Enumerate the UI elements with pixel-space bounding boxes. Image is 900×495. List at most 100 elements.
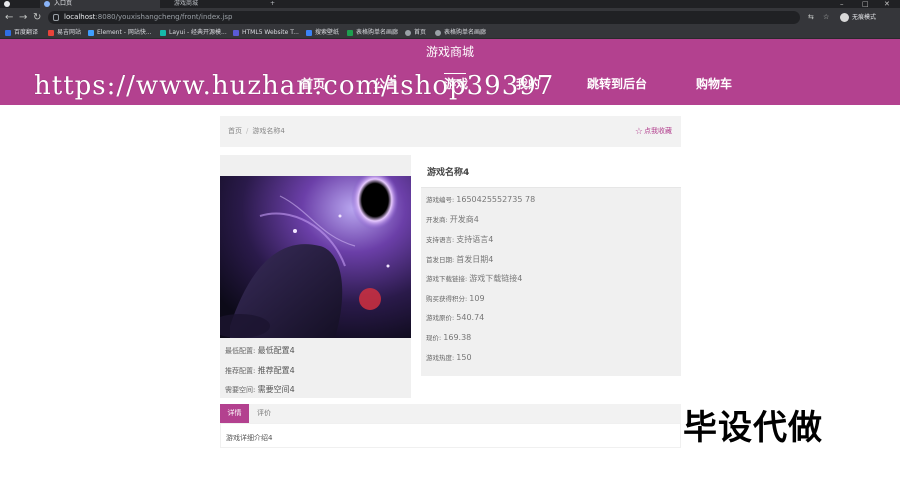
- detail-value: 首发日期4: [456, 255, 494, 264]
- forward-arrow-icon[interactable]: →: [19, 11, 27, 24]
- site-title: 游戏商城: [425, 45, 474, 59]
- profile-label: 无痕模式: [852, 14, 877, 21]
- avatar-icon: [840, 13, 849, 22]
- detail-label: 首发日期:: [426, 256, 455, 264]
- config-row-space: 需要空间: 需要空间4: [225, 384, 295, 395]
- detail-label: 开发商:: [426, 216, 448, 224]
- info-icon: [53, 14, 59, 21]
- browser-tab-2[interactable]: 游戏商城: [160, 0, 265, 8]
- bookmark-icon: [88, 30, 94, 36]
- bookmark-item[interactable]: HTML5 Website T...: [233, 28, 299, 38]
- config-row-recommended: 推荐配置: 推荐配置4: [225, 365, 295, 376]
- bookmark-label: 表格购单名画廊: [444, 29, 487, 36]
- detail-row: 支持语言: 支持语言4: [426, 234, 493, 245]
- game-name: 游戏名称4: [421, 158, 681, 188]
- game-info-card: 游戏名称4 游戏编号: 1650425552735 78 开发商: 开发商4 支…: [421, 158, 681, 376]
- bookmarks-bar: 百度翻译 易吉网站 Element - 网站快... Layui - 经典开源模…: [0, 27, 900, 39]
- bookmark-item[interactable]: 表格购单名画廊: [435, 28, 486, 38]
- breadcrumb-trail: 首页 / 游戏名称4: [228, 126, 285, 136]
- bookmark-item[interactable]: Element - 网站快...: [88, 28, 152, 38]
- detail-label: 支持语言:: [426, 236, 455, 244]
- bookmark-icon: [5, 30, 11, 36]
- browser-tab-1-title: 入口页: [54, 0, 73, 7]
- maximize-button[interactable]: □: [862, 0, 869, 8]
- favorite-label: 点我收藏: [644, 127, 672, 135]
- bookmark-label: 易吉网站: [57, 29, 82, 36]
- game-image: [220, 176, 411, 338]
- bookmark-icon: [306, 30, 312, 36]
- detail-label: 游戏编号:: [426, 196, 455, 204]
- detail-value: 1650425552735 78: [456, 195, 536, 204]
- detail-row: 游戏原价: 540.74: [426, 312, 484, 322]
- game-image-card: 最低配置: 最低配置4 推荐配置: 推荐配置4 需要空间: 需要空间4: [220, 155, 411, 398]
- bookmark-icon: [347, 30, 353, 36]
- detail-row: 购买获得积分: 109: [426, 293, 485, 303]
- detail-label: 游戏原价:: [426, 314, 455, 322]
- overlay-stamp: 毕设代做: [683, 408, 823, 448]
- tab-reviews[interactable]: 评价: [253, 404, 275, 423]
- bookmark-star-icon[interactable]: ☆: [823, 12, 829, 23]
- config-label: 最低配置:: [225, 347, 256, 355]
- star-icon: ☆: [634, 127, 643, 137]
- bookmark-label: HTML5 Website T...: [242, 29, 299, 36]
- detail-value: 开发商4: [449, 215, 479, 224]
- address-bar[interactable]: localhost:8080/youxishangcheng/front/ind…: [48, 11, 800, 24]
- bookmark-icon: [435, 30, 441, 36]
- detail-row: 游戏下载链接: 游戏下载链接4: [426, 273, 522, 284]
- reload-icon[interactable]: ↻: [33, 11, 41, 24]
- bookmark-item[interactable]: Layui - 经典开源模...: [160, 28, 227, 38]
- back-arrow-icon[interactable]: ←: [5, 11, 13, 24]
- bookmark-label: 表格购单名画廊: [356, 29, 399, 36]
- bookmark-icon: [405, 30, 411, 36]
- detail-label: 现价:: [426, 334, 442, 342]
- minimize-button[interactable]: –: [840, 0, 844, 8]
- detail-label: 购买获得积分:: [426, 295, 468, 303]
- breadcrumb-home[interactable]: 首页: [228, 127, 242, 135]
- bookmark-item[interactable]: 表格购单名画廊: [347, 28, 398, 38]
- detail-row: 开发商: 开发商4: [426, 214, 479, 225]
- browser-tab-2-title: 游戏商城: [174, 0, 199, 7]
- nav-cart[interactable]: 购物车: [696, 75, 732, 92]
- favorite-button[interactable]: ☆点我收藏: [635, 126, 672, 137]
- detail-value: 109: [469, 294, 485, 303]
- profile-button[interactable]: 无痕模式: [840, 12, 876, 23]
- page-favicon-icon: [44, 1, 50, 7]
- bookmark-label: 首页: [414, 29, 427, 36]
- browser-tab-1[interactable]: 入口页: [40, 0, 160, 8]
- bookmark-label: 百度翻译: [14, 29, 39, 36]
- detail-value: 支持语言4: [456, 235, 494, 244]
- watermark-url: https://www.huzhan.com/ishop39397: [34, 71, 555, 101]
- browser-toolbar: ← → ↻ localhost:8080/youxishangcheng/fro…: [0, 8, 900, 27]
- breadcrumb-separator: /: [246, 127, 249, 135]
- bookmark-label: 搜索壁纸: [315, 29, 340, 36]
- detail-row: 游戏编号: 1650425552735 78: [426, 194, 535, 204]
- bookmark-item[interactable]: 易吉网站: [48, 28, 81, 38]
- nav-admin[interactable]: 跳转到后台: [587, 75, 647, 92]
- detail-value: 540.74: [456, 313, 485, 322]
- detail-value: 150: [456, 353, 472, 362]
- bookmark-label: Layui - 经典开源模...: [169, 29, 227, 36]
- new-tab-button[interactable]: +: [268, 0, 282, 8]
- bookmark-item[interactable]: 百度翻译: [5, 28, 38, 38]
- url-path: :8080/youxishangcheng/front/index.jsp: [95, 13, 233, 21]
- tab-content: 游戏详细介绍4: [220, 423, 681, 448]
- config-label: 需要空间:: [225, 386, 256, 394]
- config-value: 推荐配置4: [257, 366, 295, 375]
- browser-tab-strip: 入口页 游戏商城 + – □ ✕: [0, 0, 900, 8]
- bookmark-icon: [233, 30, 239, 36]
- browser-tab-back[interactable]: [0, 0, 40, 8]
- translate-icon[interactable]: ⇆: [808, 12, 814, 23]
- bookmark-label: Element - 网站快...: [97, 29, 152, 36]
- close-window-button[interactable]: ✕: [884, 0, 890, 8]
- detail-row: 现价: 169.38: [426, 332, 471, 342]
- detail-tabs: 详情 评价: [220, 404, 681, 423]
- github-icon: [4, 1, 10, 7]
- bookmark-icon: [48, 30, 54, 36]
- bookmark-item[interactable]: 搜索壁纸: [306, 28, 339, 38]
- detail-value[interactable]: 游戏下载链接4: [469, 274, 522, 283]
- bookmark-item[interactable]: 首页: [405, 28, 426, 38]
- detail-value: 169.38: [443, 333, 472, 342]
- bookmark-icon: [160, 30, 166, 36]
- detail-row: 游戏热度: 150: [426, 352, 472, 362]
- tab-details[interactable]: 详情: [220, 404, 249, 423]
